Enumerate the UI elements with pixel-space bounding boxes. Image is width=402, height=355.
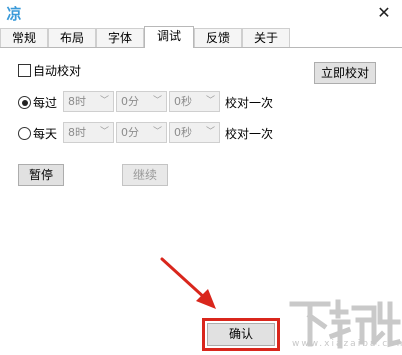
every-day-suffix: 校对一次: [225, 127, 274, 141]
select-value: 8时: [68, 95, 86, 108]
tab-label: 常规: [11, 31, 36, 45]
close-icon: ✕: [377, 3, 391, 22]
every-interval-radio[interactable]: [18, 96, 31, 109]
tab-panel-border: [0, 47, 402, 48]
tab-layout[interactable]: 布局: [48, 28, 96, 47]
select-value: 0分: [121, 126, 139, 139]
every-interval-label: 每过: [33, 96, 58, 110]
select-value: 0秒: [174, 126, 192, 139]
close-button[interactable]: ✕: [372, 3, 396, 23]
chevron-down-icon: ﹀: [205, 96, 215, 106]
tab-general[interactable]: 常规: [0, 28, 48, 47]
app-logo-icon: 凉: [6, 5, 22, 23]
every-interval-suffix: 校对一次: [225, 96, 274, 110]
chevron-down-icon: ﹀: [99, 96, 109, 106]
resume-button[interactable]: 继续: [122, 164, 168, 186]
every-day-radio[interactable]: [18, 127, 31, 140]
chevron-down-icon: ﹀: [205, 127, 215, 137]
confirm-highlight-box: [202, 318, 280, 351]
tab-label: 关于: [253, 31, 278, 45]
annotation-arrow-icon: [160, 257, 216, 309]
every-day-label: 每天: [33, 127, 58, 141]
tab-label: 字体: [107, 31, 132, 45]
tab-debug[interactable]: 调试: [144, 26, 194, 48]
chevron-down-icon: ﹀: [152, 96, 162, 106]
tab-font[interactable]: 字体: [96, 28, 144, 47]
tab-feedback[interactable]: 反馈: [194, 28, 242, 47]
select-value: 8时: [68, 126, 86, 139]
tab-label: 反馈: [205, 31, 230, 45]
day-hours-select[interactable]: 8时 ﹀: [63, 122, 114, 143]
auto-sync-checkbox[interactable]: [18, 64, 31, 77]
select-value: 0分: [121, 95, 139, 108]
select-value: 0秒: [174, 95, 192, 108]
pause-button[interactable]: 暂停: [18, 164, 64, 186]
interval-hours-select[interactable]: 8时 ﹀: [63, 91, 114, 112]
interval-seconds-select[interactable]: 0秒 ﹀: [169, 91, 220, 112]
sync-now-button[interactable]: 立即校对: [314, 62, 376, 84]
day-seconds-select[interactable]: 0秒 ﹀: [169, 122, 220, 143]
chevron-down-icon: ﹀: [99, 127, 109, 137]
chevron-down-icon: ﹀: [152, 127, 162, 137]
tab-label: 布局: [59, 31, 84, 45]
tab-label: 调试: [156, 29, 181, 43]
interval-minutes-select[interactable]: 0分 ﹀: [116, 91, 167, 112]
day-minutes-select[interactable]: 0分 ﹀: [116, 122, 167, 143]
watermark-url: www.xiazaiba.com: [292, 339, 402, 349]
radio-selected-dot: [21, 99, 28, 106]
tab-bar: 常规 布局 字体 调试 反馈 关于: [0, 26, 402, 48]
tab-about[interactable]: 关于: [242, 28, 290, 47]
auto-sync-label: 自动校对: [33, 64, 82, 78]
